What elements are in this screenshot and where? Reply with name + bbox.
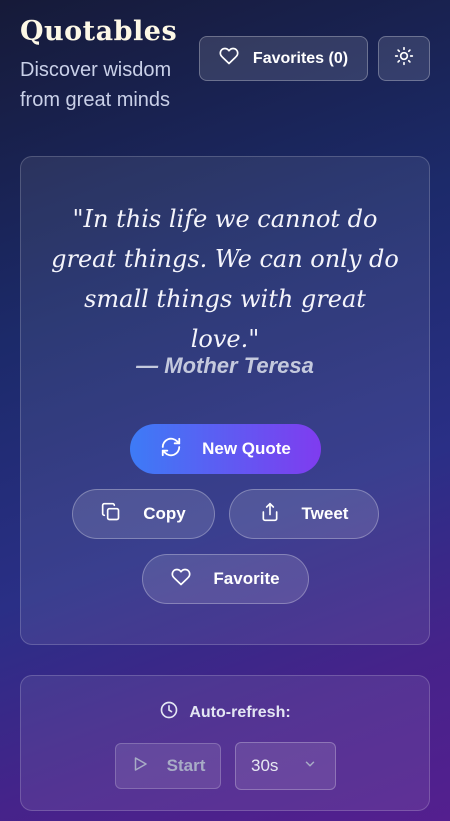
sun-icon — [394, 46, 414, 71]
refresh-icon — [160, 436, 182, 463]
share-icon — [260, 502, 280, 527]
new-quote-button[interactable]: New Quote — [130, 424, 321, 474]
quote-card: "In this life we cannot do great things.… — [20, 156, 430, 645]
play-icon — [131, 755, 149, 778]
tweet-button[interactable]: Tweet — [229, 489, 379, 539]
interval-value: 30s — [251, 756, 279, 775]
favorite-button[interactable]: Favorite — [142, 554, 309, 604]
app-tagline: Discover wisdom from great minds — [20, 59, 172, 111]
chevron-down-icon — [303, 756, 317, 776]
app-logo: Quotables — [20, 16, 178, 47]
clock-icon — [159, 700, 179, 725]
new-quote-label: New Quote — [202, 439, 291, 458]
auto-refresh-panel: Auto-refresh: Start 30s — [20, 675, 430, 811]
start-button[interactable]: Start — [115, 743, 221, 789]
quote-text: "In this life we cannot do great things.… — [51, 205, 399, 353]
heart-icon — [171, 567, 191, 592]
copy-icon — [101, 502, 121, 527]
copy-label: Copy — [143, 504, 186, 523]
favorites-button-label: Favorites (0) — [252, 49, 349, 67]
brand: Quotables Discover wisdom from great min… — [20, 16, 200, 115]
favorite-label: Favorite — [213, 569, 280, 588]
auto-refresh-title: Auto-refresh: — [21, 700, 429, 725]
start-label: Start — [166, 756, 206, 775]
favorites-button[interactable]: Favorites (0) — [199, 36, 368, 81]
heart-icon — [219, 46, 239, 71]
tweet-label: Tweet — [301, 504, 349, 523]
theme-toggle-button[interactable] — [378, 36, 430, 81]
quote-author: — Mother Teresa — [136, 353, 314, 378]
auto-refresh-label: Auto-refresh: — [189, 703, 291, 721]
interval-select[interactable]: 30s — [235, 742, 336, 790]
copy-button[interactable]: Copy — [72, 489, 215, 539]
